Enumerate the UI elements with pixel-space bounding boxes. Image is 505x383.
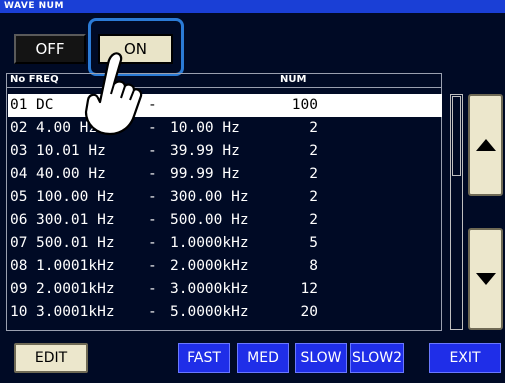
row-no: 10: [10, 304, 28, 320]
row-num: 8: [309, 258, 318, 274]
row-from: 10.01 Hz: [36, 143, 106, 159]
row-no: 01: [10, 97, 28, 113]
slow-button[interactable]: SLOW: [295, 343, 347, 373]
med-button[interactable]: MED: [237, 343, 289, 373]
row-to: 3.0000kHz: [170, 281, 249, 297]
row-num: 2: [309, 143, 318, 159]
row-no: 06: [10, 212, 28, 228]
row-to: 500.00 Hz: [170, 212, 249, 228]
row-no: 08: [10, 258, 28, 274]
row-to: 99.99 Hz: [170, 166, 240, 182]
table-scrollbar[interactable]: [450, 94, 463, 330]
table-row[interactable]: 08 1.0001kHz - 2.0000kHz 8: [8, 255, 442, 278]
row-to: 1.0000kHz: [170, 235, 249, 251]
row-num: 2: [309, 166, 318, 182]
window-title: WAVE NUM: [0, 0, 505, 13]
table-row[interactable]: 07 500.01 Hz - 1.0000kHz 5: [8, 232, 442, 255]
row-no: 04: [10, 166, 28, 182]
row-no: 02: [10, 120, 28, 136]
edit-button[interactable]: EDIT: [14, 343, 88, 373]
row-dash: -: [148, 235, 157, 251]
row-no: 09: [10, 281, 28, 297]
exit-button[interactable]: EXIT: [429, 343, 501, 373]
table-row[interactable]: 09 2.0001kHz - 3.0000kHz 12: [8, 278, 442, 301]
column-header-no-freq: No FREQ: [10, 74, 59, 85]
row-num: 12: [300, 281, 318, 297]
row-from: 3.0001kHz: [36, 304, 115, 320]
row-dash: -: [148, 281, 157, 297]
fast-button[interactable]: FAST: [178, 343, 230, 373]
row-from: DC: [36, 97, 54, 113]
row-from: 500.01 Hz: [36, 235, 115, 251]
arrow-down-icon: [475, 273, 496, 285]
arrow-up-icon: [475, 139, 496, 151]
row-from: 100.00 Hz: [36, 189, 115, 205]
table-row[interactable]: 03 10.01 Hz - 39.99 Hz 2: [8, 140, 442, 163]
row-to: 300.00 Hz: [170, 189, 249, 205]
row-to: 10.00 Hz: [170, 120, 240, 136]
row-num: 2: [309, 189, 318, 205]
row-dash: -: [148, 143, 157, 159]
row-to: 2.0000kHz: [170, 258, 249, 274]
row-from: 2.0001kHz: [36, 281, 115, 297]
table-row[interactable]: 06 300.01 Hz - 500.00 Hz 2: [8, 209, 442, 232]
row-num: 2: [309, 120, 318, 136]
row-num: 2: [309, 212, 318, 228]
row-num: 5: [309, 235, 318, 251]
scroll-down-button[interactable]: [468, 228, 503, 330]
row-dash: -: [148, 189, 157, 205]
row-dash: -: [148, 304, 157, 320]
row-dash: -: [148, 212, 157, 228]
row-dash: -: [148, 258, 157, 274]
wave-num-screen: WAVE NUM OFF ON No FREQ NUM 01 DC - 100 …: [0, 0, 505, 383]
pointing-hand-icon: [84, 52, 143, 136]
slow2-button[interactable]: SLOW2: [350, 343, 404, 373]
row-from: 40.00 Hz: [36, 166, 106, 182]
column-header-num: NUM: [280, 74, 307, 85]
table-row[interactable]: 05 100.00 Hz - 300.00 Hz 2: [8, 186, 442, 209]
scroll-up-button[interactable]: [468, 94, 503, 196]
row-num: 20: [300, 304, 318, 320]
row-no: 07: [10, 235, 28, 251]
row-no: 03: [10, 143, 28, 159]
row-from: 1.0001kHz: [36, 258, 115, 274]
scroll-thumb[interactable]: [452, 96, 461, 176]
table-row[interactable]: 04 40.00 Hz - 99.99 Hz 2: [8, 163, 442, 186]
row-num: 100: [291, 97, 318, 113]
row-dash: -: [148, 166, 157, 182]
row-to: 39.99 Hz: [170, 143, 240, 159]
row-from: 300.01 Hz: [36, 212, 115, 228]
row-to: 5.0000kHz: [170, 304, 249, 320]
table-row[interactable]: 10 3.0001kHz - 5.0000kHz 20: [8, 301, 442, 324]
row-no: 05: [10, 189, 28, 205]
